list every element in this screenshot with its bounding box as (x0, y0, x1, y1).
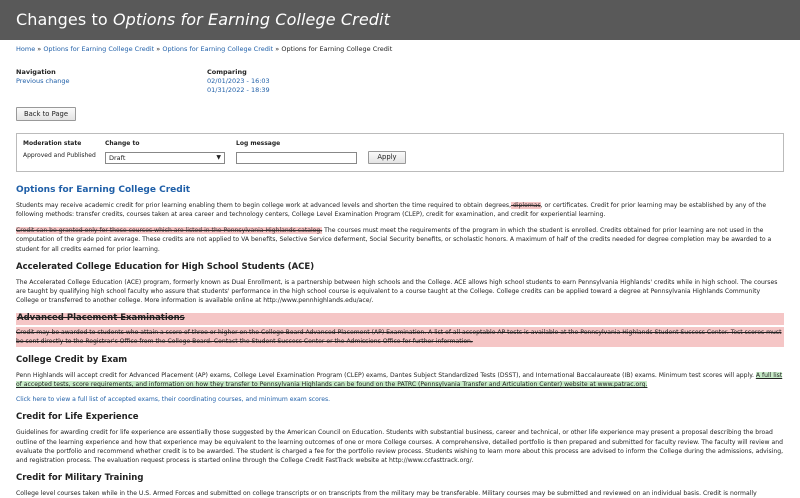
change-to-selected-value: Draft (109, 153, 126, 162)
content-title: Options for Earning College Credit (16, 185, 191, 196)
page-title: Changes to Options for Earning College C… (16, 9, 390, 31)
log-message-input[interactable] (236, 151, 357, 164)
back-to-page-button[interactable]: Back to Page (16, 107, 76, 122)
change-to-label: Change to (105, 140, 140, 148)
apply-button[interactable]: Apply (368, 151, 406, 165)
breadcrumb-home[interactable]: Home (16, 45, 35, 53)
breadcrumb-link-1[interactable]: Options for Earning College Credit (43, 45, 154, 53)
ap-heading-deleted: Advanced Placement Examinations (16, 312, 784, 325)
ace-paragraph: The Accelerated College Education (ACE) … (16, 278, 778, 304)
ap-paragraph-deleted: Credit may be awarded to students who at… (16, 326, 784, 348)
credit-paragraph: Credit can be granted only for those cou… (16, 226, 784, 253)
breadcrumb-link-2[interactable]: Options for Earning College Credit (162, 45, 273, 53)
comparing-label: Comparing (207, 68, 247, 77)
exam-heading: College Credit by Exam (16, 355, 128, 366)
deleted-text: diplomas (511, 201, 541, 209)
breadcrumb: Home » Options for Earning College Credi… (16, 45, 784, 54)
moderation-state: Moderation state Approved and Published (23, 140, 96, 160)
military-paragraph: College level courses taken while in the… (16, 489, 757, 497)
accepted-exams-link[interactable]: Click here to view a full list of accept… (16, 396, 330, 403)
military-heading: Credit for Military Training (16, 472, 144, 483)
chevron-down-icon: ▼ (216, 153, 221, 161)
previous-change-link[interactable]: Previous change (16, 77, 69, 85)
title-prefix: Changes to (16, 9, 108, 29)
moderation-state-label: Moderation state (23, 140, 82, 148)
life-heading: Credit for Life Experience (16, 412, 139, 423)
breadcrumb-current: Options for Earning College Credit (281, 45, 393, 53)
change-to-select[interactable]: Draft ▼ (105, 151, 225, 164)
change-to-field: Change to Draft ▼ (105, 140, 225, 164)
exam-text: Penn Highlands will accept credit for Ad… (16, 372, 754, 380)
intro-text: Students may receive academic credit for… (16, 201, 512, 209)
exam-link-paragraph: Click here to view a full list of accept… (16, 395, 784, 404)
revision-date-1[interactable]: 02/01/2023 - 16:03 (207, 77, 270, 85)
moderation-state-value: Approved and Published (23, 151, 96, 159)
life-paragraph: Guidelines for awarding credit for life … (16, 429, 784, 464)
navigation-label: Navigation (16, 68, 56, 77)
title-node-name: Options for Earning College Credit (112, 9, 390, 29)
navigation-column: Navigation Previous change (16, 68, 207, 95)
revision-compare: Navigation Previous change Comparing 02/… (16, 68, 784, 95)
page-header: Changes to Options for Earning College C… (0, 0, 800, 40)
exam-paragraph: Penn Highlands will accept credit for Ad… (16, 371, 784, 389)
moderation-form: Moderation state Approved and Published … (16, 133, 784, 173)
comparing-column: Comparing 02/01/2023 - 16:03 01/31/2022 … (207, 68, 270, 95)
ace-heading: Accelerated College Education for High S… (16, 261, 315, 272)
intro-paragraph: Students may receive academic credit for… (16, 201, 784, 219)
log-message-label: Log message (236, 140, 281, 148)
log-message-field: Log message (236, 140, 357, 164)
deleted-text: Credit can be granted only for those cou… (16, 227, 323, 235)
main-content: Home » Options for Earning College Credi… (0, 45, 800, 498)
revision-date-2[interactable]: 01/31/2022 - 18:39 (207, 86, 270, 94)
